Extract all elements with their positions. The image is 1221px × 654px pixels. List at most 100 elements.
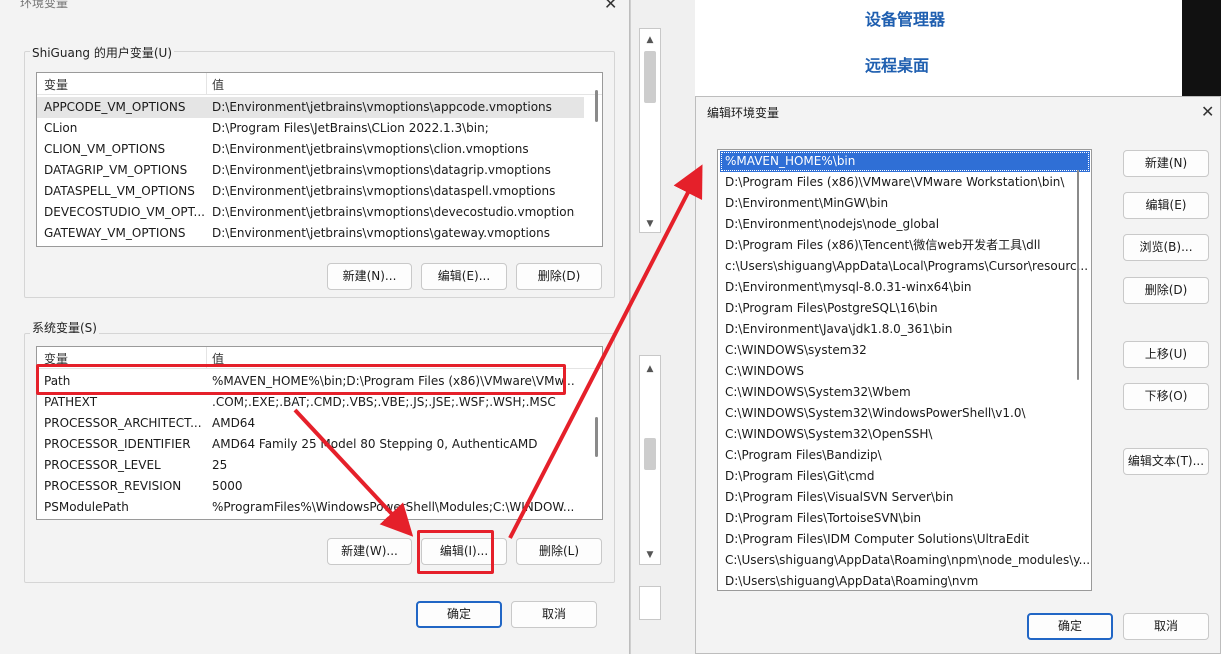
table-row[interactable]: PROCESSOR_LEVEL 25 bbox=[37, 455, 584, 476]
list-item[interactable]: C:\Users\shiguang\AppData\Roaming\npm\no… bbox=[720, 550, 1090, 571]
variable-name: CLION_VM_OPTIONS bbox=[44, 142, 166, 156]
variable-value: %ProgramFiles%\WindowsPowerShell\Modules… bbox=[212, 500, 575, 514]
user-vars-list[interactable]: 变量 值 APPCODE_VM_OPTIONS D:\Environment\je… bbox=[36, 72, 603, 247]
variable-name: DEVECOSTUDIO_VM_OPT... bbox=[44, 205, 204, 219]
list-item[interactable]: C:\WINDOWS\system32 bbox=[720, 340, 1090, 361]
table-row[interactable]: GATEWAY_VM_OPTIONS D:\Environment\jetbrai… bbox=[37, 223, 584, 244]
scroll-thumb[interactable] bbox=[595, 90, 598, 122]
variable-value: AMD64 bbox=[212, 416, 256, 430]
background-scroll-panel: ▲ ▼ bbox=[639, 28, 661, 233]
variable-value: 25 bbox=[212, 458, 228, 472]
list-item[interactable]: D:\Environment\Java\jdk1.8.0_361\bin bbox=[720, 319, 1090, 340]
scroll-thumb[interactable] bbox=[595, 417, 598, 457]
list-item[interactable]: C:\WINDOWS\System32\Wbem bbox=[720, 382, 1090, 403]
browse-button[interactable]: 浏览(B)... bbox=[1123, 234, 1209, 261]
variable-value: .COM;.EXE;.BAT;.CMD;.VBS;.VBE;.JS;.JSE;.… bbox=[212, 395, 556, 409]
list-item[interactable]: D:\Program Files\Git\cmd bbox=[720, 466, 1090, 487]
cancel-button[interactable]: 取消 bbox=[511, 601, 597, 628]
path-list[interactable]: %MAVEN_HOME%\bin D:\Program Files (x86)\V… bbox=[717, 149, 1092, 591]
scroll-down-icon[interactable]: ▼ bbox=[643, 548, 657, 562]
device-manager-link[interactable]: 设备管理器 bbox=[865, 6, 945, 30]
table-row[interactable]: PATHEXT .COM;.EXE;.BAT;.CMD;.VBS;.VBE;.JS… bbox=[37, 392, 584, 413]
variable-name: APPCODE_VM_OPTIONS bbox=[44, 100, 186, 114]
background-box bbox=[639, 586, 661, 620]
delete-button[interactable]: 删除(D) bbox=[1123, 277, 1209, 304]
variable-name: PATHEXT bbox=[44, 395, 98, 409]
variable-value: D:\Environment\jetbrains\vmoptions\gatew… bbox=[212, 226, 551, 240]
table-row[interactable]: PSModulePath %ProgramFiles%\WindowsPowerS… bbox=[37, 497, 584, 518]
background-scroll-panel-2: ▲ ▼ bbox=[639, 355, 661, 565]
table-row[interactable]: PROCESSOR_REVISION 5000 bbox=[37, 476, 584, 497]
user-delete-button[interactable]: 删除(D) bbox=[516, 263, 602, 290]
edit-button[interactable]: 编辑(E) bbox=[1123, 192, 1209, 219]
list-item[interactable]: C:\WINDOWS\System32\OpenSSH\ bbox=[720, 424, 1090, 445]
list-item[interactable]: %MAVEN_HOME%\bin bbox=[720, 151, 1090, 172]
user-new-button[interactable]: 新建(N)... bbox=[327, 263, 412, 290]
table-row[interactable]: DEVECOSTUDIO_VM_OPT... D:\Environment\jet… bbox=[37, 202, 584, 223]
list-item[interactable]: C:\WINDOWS\System32\WindowsPowerShell\v1… bbox=[720, 403, 1090, 424]
list-item[interactable]: C:\Program Files\Bandizip\ bbox=[720, 445, 1090, 466]
path-row-highlight bbox=[36, 364, 566, 395]
ok-button[interactable]: 确定 bbox=[416, 601, 502, 628]
dialog-title: 编辑环境变量 bbox=[707, 106, 780, 120]
system-delete-button[interactable]: 删除(L) bbox=[516, 538, 602, 565]
variable-value: AMD64 Family 25 Model 80 Stepping 0, Aut… bbox=[212, 437, 538, 451]
table-row[interactable]: CLION_VM_OPTIONS D:\Environment\jetbrains… bbox=[37, 139, 584, 160]
variable-value: D:\Program Files\JetBrains\CLion 2022.1.… bbox=[212, 121, 489, 135]
system-vars-label: 系统变量(S) bbox=[30, 319, 99, 336]
table-row[interactable]: DATASPELL_VM_OPTIONS D:\Environment\jetbr… bbox=[37, 181, 584, 202]
variable-value: D:\Environment\jetbrains\vmoptions\datag… bbox=[212, 163, 551, 177]
scroll-up-icon[interactable]: ▲ bbox=[643, 362, 657, 376]
list-item[interactable]: D:\Environment\nodejs\node_global bbox=[720, 214, 1090, 235]
table-row[interactable]: APPCODE_VM_OPTIONS D:\Environment\jetbrai… bbox=[37, 97, 584, 118]
edit-env-variable-dialog: 编辑环境变量 ✕ %MAVEN_HOME%\bin D:\Program File… bbox=[695, 96, 1221, 654]
background-window: ▲ ▼ ▲ ▼ bbox=[630, 0, 695, 654]
list-item[interactable]: c:\Users\shiguang\AppData\Local\Programs… bbox=[720, 256, 1090, 277]
close-icon[interactable]: ✕ bbox=[1201, 102, 1214, 121]
list-item[interactable]: D:\Program Files\VisualSVN Server\bin bbox=[720, 487, 1090, 508]
env-variables-dialog: 环境变量 ✕ ShiGuang 的用户变量(U) 变量 值 APPCODE_VM… bbox=[0, 0, 630, 654]
column-header-value[interactable]: 值 bbox=[212, 76, 224, 93]
edit-text-button[interactable]: 编辑文本(T)... bbox=[1123, 448, 1209, 475]
new-button[interactable]: 新建(N) bbox=[1123, 150, 1209, 177]
scroll-down-icon[interactable]: ▼ bbox=[643, 217, 657, 231]
variable-name: PROCESSOR_ARCHITECT... bbox=[44, 416, 202, 430]
variable-name: PROCESSOR_IDENTIFIER bbox=[44, 437, 191, 451]
remote-desktop-link[interactable]: 远程桌面 bbox=[865, 52, 929, 76]
variable-value: D:\Environment\jetbrains\vmoptions\appco… bbox=[212, 100, 552, 114]
move-up-button[interactable]: 上移(U) bbox=[1123, 341, 1209, 368]
list-item[interactable]: D:\Program Files (x86)\VMware\VMware Wor… bbox=[720, 172, 1090, 193]
background-dark-panel bbox=[1182, 0, 1221, 96]
scroll-thumb[interactable] bbox=[644, 438, 656, 470]
list-item[interactable]: D:\Program Files\IDM Computer Solutions\… bbox=[720, 529, 1090, 550]
variable-name: PROCESSOR_REVISION bbox=[44, 479, 182, 493]
variable-name: PSModulePath bbox=[44, 500, 129, 514]
close-icon[interactable]: ✕ bbox=[604, 0, 617, 13]
variable-value: D:\Environment\jetbrains\vmoptions\devec… bbox=[212, 205, 575, 219]
list-item[interactable]: C:\WINDOWS bbox=[720, 361, 1090, 382]
edit-button-highlight bbox=[417, 530, 494, 574]
list-item[interactable]: D:\Program Files (x86)\Tencent\微信web开发者工… bbox=[720, 235, 1090, 256]
scroll-thumb[interactable] bbox=[1077, 170, 1079, 380]
list-item[interactable]: D:\Environment\MinGW\bin bbox=[720, 193, 1090, 214]
list-item[interactable]: D:\Environment\mysql-8.0.31-winx64\bin bbox=[720, 277, 1090, 298]
variable-value: D:\Environment\jetbrains\vmoptions\clion… bbox=[212, 142, 529, 156]
list-item[interactable]: D:\Program Files\PostgreSQL\16\bin bbox=[720, 298, 1090, 319]
scroll-up-icon[interactable]: ▲ bbox=[643, 33, 657, 47]
table-row[interactable]: CLion D:\Program Files\JetBrains\CLion 20… bbox=[37, 118, 584, 139]
list-header: 变量 值 bbox=[37, 73, 602, 95]
scroll-thumb[interactable] bbox=[644, 51, 656, 103]
list-item[interactable]: D:\Program Files\TortoiseSVN\bin bbox=[720, 508, 1090, 529]
column-header-name[interactable]: 变量 bbox=[44, 76, 68, 93]
move-down-button[interactable]: 下移(O) bbox=[1123, 383, 1209, 410]
column-divider[interactable] bbox=[206, 73, 207, 95]
list-item[interactable]: D:\Users\shiguang\AppData\Roaming\nvm bbox=[720, 571, 1090, 590]
cancel-button[interactable]: 取消 bbox=[1123, 613, 1209, 640]
table-row[interactable]: PROCESSOR_ARCHITECT... AMD64 bbox=[37, 413, 584, 434]
user-edit-button[interactable]: 编辑(E)... bbox=[421, 263, 507, 290]
user-vars-label: ShiGuang 的用户变量(U) bbox=[30, 44, 174, 61]
system-new-button[interactable]: 新建(W)... bbox=[327, 538, 412, 565]
table-row[interactable]: DATAGRIP_VM_OPTIONS D:\Environment\jetbra… bbox=[37, 160, 584, 181]
ok-button[interactable]: 确定 bbox=[1027, 613, 1113, 640]
table-row[interactable]: PROCESSOR_IDENTIFIER AMD64 Family 25 Mode… bbox=[37, 434, 584, 455]
